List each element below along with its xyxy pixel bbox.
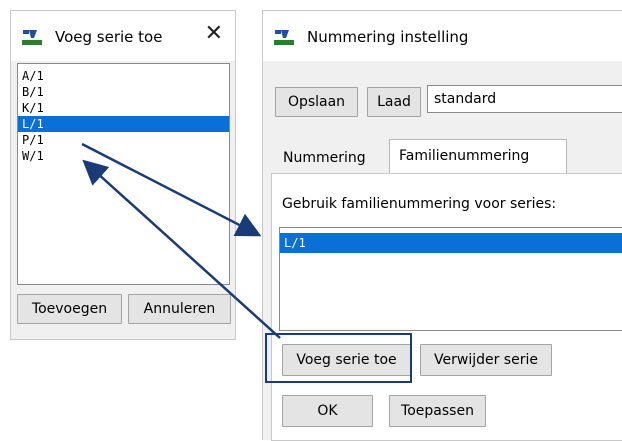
remove-series-button[interactable]: Verwijder serie: [420, 344, 552, 376]
numbering-dialog-titlebar: Nummering instelling: [263, 11, 622, 61]
add-button[interactable]: Toevoegen: [17, 294, 122, 324]
list-item-selected[interactable]: L/1: [280, 233, 622, 253]
add-series-dialog: Voeg serie toe ✕ A/1 B/1 K/1 L/1 P/1 W/1…: [10, 10, 236, 340]
list-item[interactable]: W/1: [18, 148, 229, 164]
list-item[interactable]: K/1: [18, 100, 229, 116]
list-item-selected[interactable]: L/1: [18, 116, 229, 132]
preset-field[interactable]: standard: [427, 85, 622, 113]
app-logo-icon: [22, 30, 42, 45]
tab-nummering[interactable]: Nummering: [283, 150, 366, 166]
close-icon[interactable]: ✕: [205, 23, 223, 45]
save-button[interactable]: Opslaan: [275, 87, 358, 117]
list-item[interactable]: P/1: [18, 132, 229, 148]
family-series-list[interactable]: L/1: [279, 227, 622, 331]
dialog-title: Voeg serie toe: [55, 28, 163, 46]
series-list[interactable]: A/1 B/1 K/1 L/1 P/1 W/1: [17, 63, 230, 285]
apply-button[interactable]: Toepassen: [389, 395, 486, 427]
app-logo-icon: [274, 30, 294, 45]
familienummering-panel: Gebruik familienummering voor series: L/…: [271, 173, 622, 441]
load-button[interactable]: Laad: [367, 87, 421, 117]
add-series-button-highlight: [265, 333, 412, 383]
list-item[interactable]: B/1: [18, 84, 229, 100]
tab-familienummering[interactable]: Familienummering: [389, 139, 567, 174]
cancel-button[interactable]: Annuleren: [128, 294, 231, 324]
list-item[interactable]: A/1: [18, 68, 229, 84]
series-label: Gebruik familienummering voor series:: [282, 196, 557, 212]
dialog-title: Nummering instelling: [307, 28, 469, 46]
ok-button[interactable]: OK: [282, 395, 373, 427]
add-series-dialog-titlebar: Voeg serie toe ✕: [11, 11, 235, 61]
